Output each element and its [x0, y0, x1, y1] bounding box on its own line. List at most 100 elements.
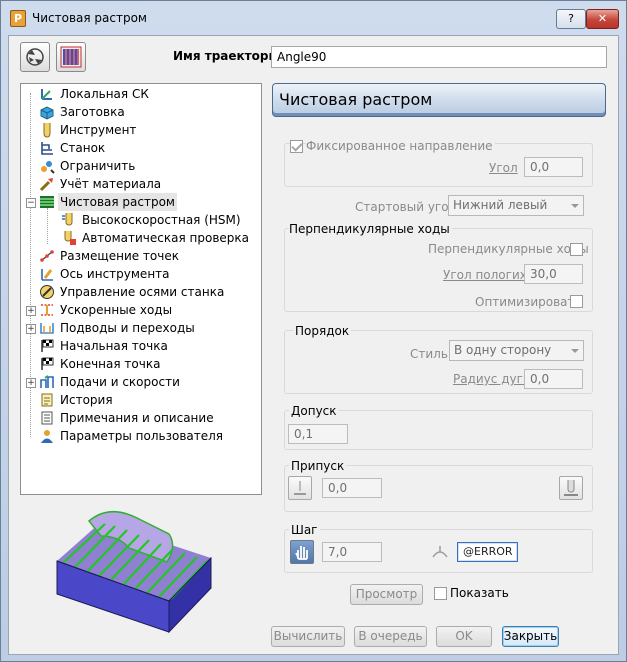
title-bar[interactable]: P Чистовая растром ? ✕	[1, 1, 626, 35]
help-button[interactable]: ?	[556, 9, 586, 29]
tool-icon	[43, 123, 51, 138]
tree-item-label: Ограничить	[60, 159, 136, 173]
leads-links-icon	[40, 323, 54, 334]
block-icon	[40, 106, 54, 120]
stepover-label: Шаг	[289, 523, 320, 537]
feeds-speeds-icon	[40, 375, 54, 388]
stepdown-icon	[432, 546, 448, 558]
user-params-icon	[41, 430, 53, 443]
style-select[interactable]: В одну сторону	[449, 340, 584, 361]
tree-expand-toggle[interactable]: +	[26, 306, 36, 316]
dialog-window: P Чистовая растром ? ✕ Имя траектории An…	[0, 0, 627, 662]
toolpath-image-button[interactable]	[56, 42, 86, 72]
component-thickness-icon	[564, 480, 578, 496]
toolpath-name-input[interactable]: Angle90	[271, 46, 607, 68]
tree-collapse-toggle[interactable]: −	[26, 198, 36, 208]
show-checkbox[interactable]	[434, 587, 447, 600]
start-corner-label: Стартовый угол	[355, 200, 457, 214]
tool-axis-icon	[41, 269, 53, 281]
tolerance-input[interactable]: 0,1	[288, 424, 348, 444]
tree-item-label: Конечная точка	[60, 357, 161, 371]
auto-verify-icon	[64, 231, 76, 245]
optimise-checkbox[interactable]	[570, 295, 583, 308]
component-thickness-button[interactable]	[559, 476, 583, 500]
tree-item-label: Начальная точка	[60, 339, 168, 353]
calculate-button[interactable]: Вычислить	[271, 626, 345, 647]
thickness-icon	[294, 481, 306, 495]
tree-item-label: Параметры пользователя	[60, 429, 224, 443]
raster-finishing-icon	[40, 196, 54, 208]
arc-radius-input[interactable]: 0,0	[524, 369, 583, 389]
tree-item-label: Подводы и переходы	[60, 321, 195, 335]
thickness-label: Припуск	[289, 459, 347, 473]
toolpath-name-label: Имя траектории	[173, 49, 286, 63]
axis-control-icon	[40, 285, 54, 299]
rest-material-icon	[39, 178, 53, 192]
angle-input[interactable]: 0,0	[524, 157, 583, 177]
strategy-page-title: Чистовая растром	[272, 83, 606, 117]
close-window-button[interactable]: ✕	[586, 9, 619, 29]
recycle-icon	[26, 48, 44, 66]
shallow-angle-label: Угол пологих	[443, 268, 527, 282]
thickness-input[interactable]: 0,0	[322, 478, 382, 498]
rapid-move-icon	[41, 304, 53, 316]
notes-icon	[41, 411, 53, 425]
tree-item-label: Управление осями станка	[60, 285, 225, 299]
start-point-icon	[41, 339, 54, 352]
tree-item-label: Примечания и описание	[60, 411, 214, 425]
ok-button[interactable]: OK	[436, 626, 492, 647]
toolpath-pattern-icon	[60, 46, 82, 68]
show-label: Показать	[450, 586, 509, 600]
fixed-direction-checkbox[interactable]	[290, 140, 303, 153]
tree-item-label: Ось инструмента	[60, 267, 170, 281]
chevron-down-icon	[571, 204, 579, 208]
perpendicular-group-label: Перпендикулярные ходы	[289, 222, 452, 236]
arc-radius-label: Радиус дуги	[453, 372, 531, 386]
tree-item-label: История	[60, 393, 113, 407]
point-distribution-icon	[40, 250, 54, 262]
tree-item-label: Подачи и скорости	[60, 375, 180, 389]
stepover-calc-button[interactable]	[290, 540, 314, 564]
tree-item-label: Высокоскоростная (HSM)	[82, 213, 241, 227]
tree-item-label: Чистовая растром	[58, 193, 177, 211]
style-value: В одну сторону	[454, 343, 552, 357]
tolerance-label: Допуск	[289, 404, 339, 418]
shallow-angle-input[interactable]: 30,0	[524, 264, 583, 284]
window-title: Чистовая растром	[32, 11, 147, 25]
tree-expand-toggle[interactable]: +	[26, 378, 36, 388]
stepover-input[interactable]: 7,0	[322, 542, 382, 562]
preview-button[interactable]: Просмотр	[350, 584, 423, 605]
tree-item-label: Заготовка	[60, 105, 125, 119]
perpendicular-checkbox[interactable]	[570, 243, 583, 256]
close-button[interactable]: Закрыть	[502, 626, 559, 647]
tree-item-label: Автоматическая проверка	[82, 231, 249, 245]
thickness-mode-button[interactable]	[288, 476, 312, 500]
queue-button[interactable]: В очередь	[354, 626, 427, 647]
tree-item-label: Локальная СК	[60, 87, 149, 101]
ordering-group-label: Порядок	[293, 324, 352, 338]
hand-icon	[295, 546, 308, 560]
start-corner-select[interactable]: Нижний левый	[448, 195, 584, 216]
stepdown-input[interactable]: @ERROR	[457, 542, 518, 562]
raster-preview-image	[56, 511, 212, 634]
tree-expand-toggle[interactable]: +	[26, 324, 36, 334]
tree-item-label: Учёт материала	[60, 177, 162, 191]
tree-item-label: Станок	[60, 141, 106, 155]
fixed-direction-label: Фиксированное направление	[306, 139, 495, 153]
tree-item-label: Размещение точек	[60, 249, 179, 263]
limit-icon	[41, 161, 55, 174]
start-corner-value: Нижний левый	[453, 198, 548, 212]
tree-item-label: Инструмент	[60, 123, 137, 137]
angle-label: Угол	[489, 161, 518, 175]
app-icon: P	[10, 10, 26, 27]
chevron-down-icon	[571, 349, 579, 353]
workplane-icon	[41, 89, 52, 100]
refresh-toolpath-button[interactable]	[20, 42, 50, 72]
dialog-client-area: Имя траектории Angle90 Локальная СК Заго…	[8, 35, 619, 655]
end-point-icon	[41, 357, 54, 370]
history-icon	[41, 393, 53, 407]
style-label: Стиль	[410, 347, 448, 361]
perpendicular-check-label: Перпендикулярные ходы	[428, 242, 589, 256]
strategy-tree[interactable]: Локальная СК Заготовка Инструмент Станок…	[20, 83, 262, 495]
machine-icon	[41, 142, 53, 155]
